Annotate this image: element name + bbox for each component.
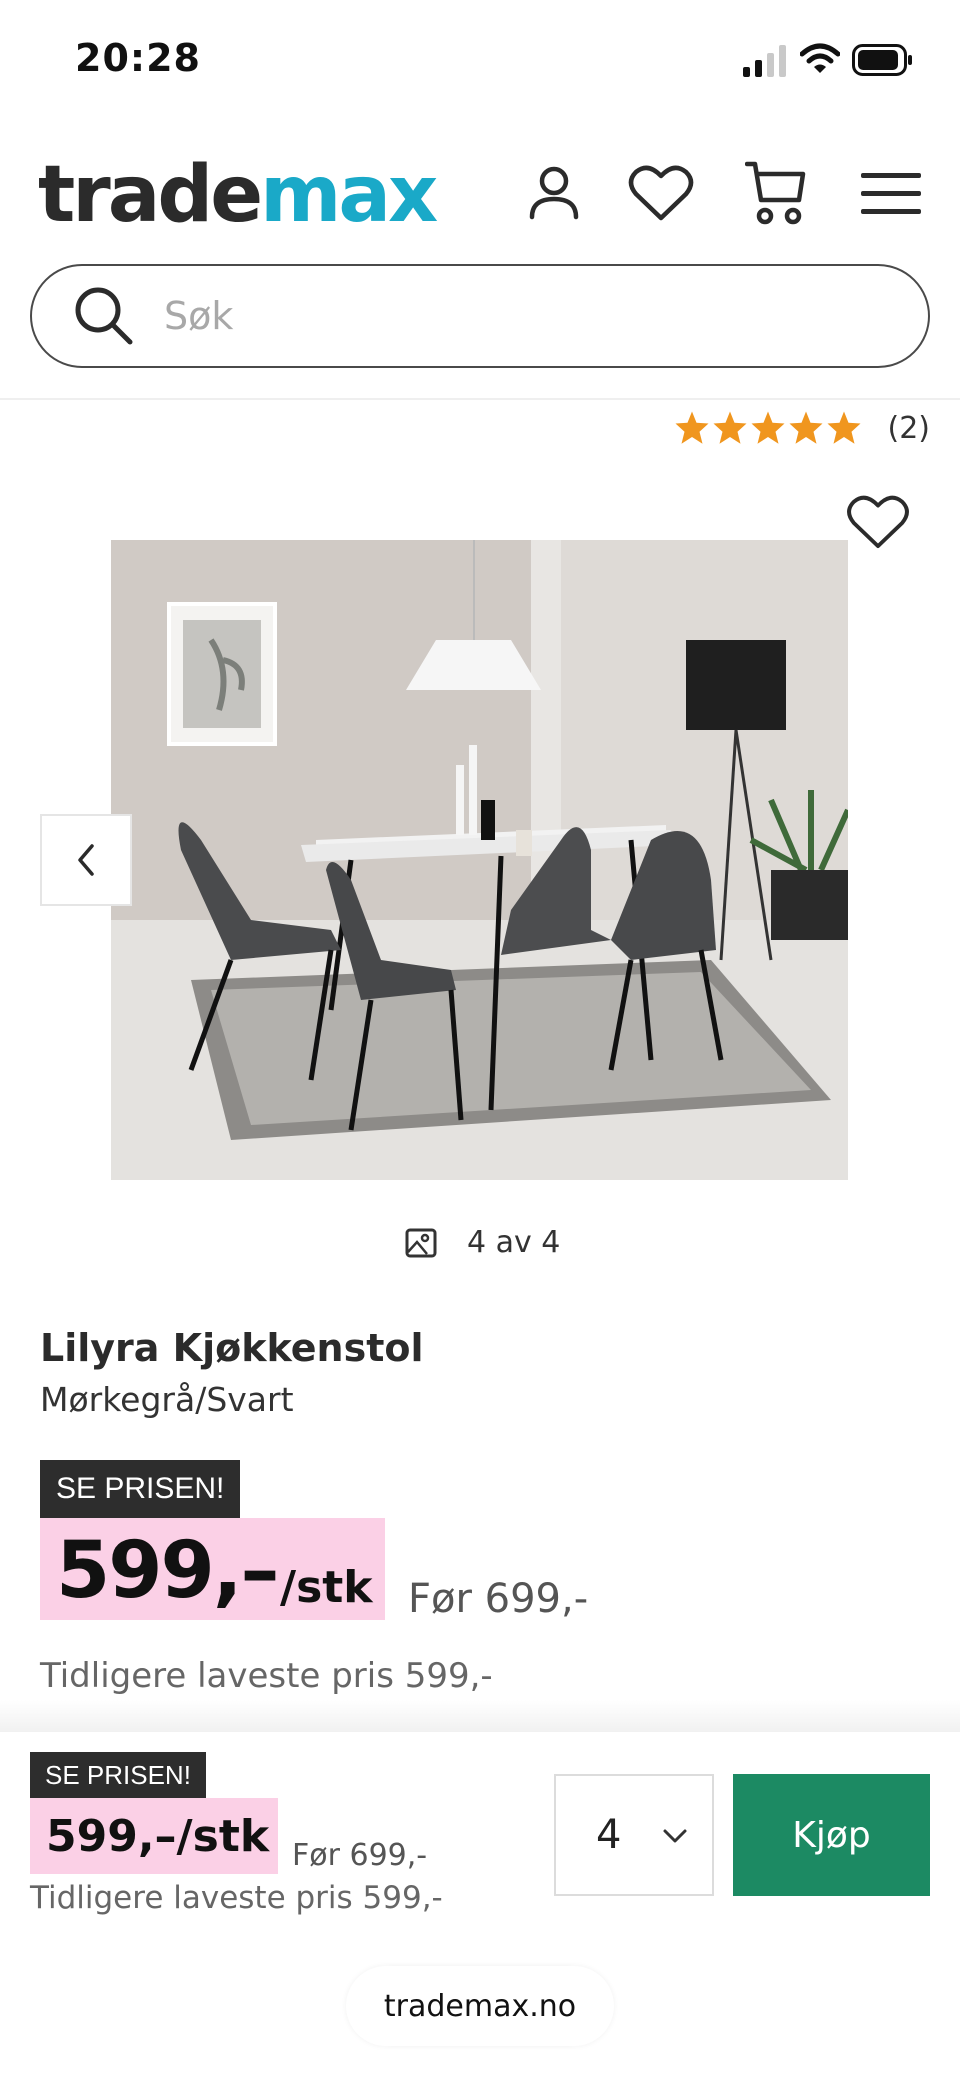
review-count: (2) bbox=[887, 410, 931, 446]
cart-icon bbox=[745, 161, 806, 225]
price-unit: /stk bbox=[280, 1562, 373, 1613]
wifi-icon bbox=[800, 43, 840, 73]
product-rating[interactable]: (2) bbox=[674, 410, 931, 446]
status-bar: 20:28 bbox=[0, 0, 960, 120]
previous-image-button[interactable] bbox=[40, 814, 132, 906]
chevron-down-icon bbox=[663, 1829, 687, 1843]
sticky-lowest-price: Tidligere laveste pris 599,- bbox=[30, 1880, 443, 1916]
star-icon bbox=[827, 411, 860, 444]
sticky-price: 599,–/stk bbox=[46, 1811, 270, 1862]
chevron-left-icon bbox=[78, 844, 94, 876]
before-price: Før 699,- bbox=[408, 1576, 589, 1622]
heart-icon bbox=[628, 165, 694, 221]
price-badge: SE PRISEN! bbox=[40, 1460, 241, 1518]
search-input[interactable] bbox=[164, 294, 864, 338]
menu-button[interactable] bbox=[856, 158, 926, 228]
browser-url-pill[interactable]: trademax.no bbox=[346, 1966, 614, 2046]
image-counter: 4 av 4 bbox=[405, 1225, 560, 1260]
quantity-select[interactable]: 4 bbox=[554, 1774, 714, 1896]
star-icon bbox=[675, 411, 708, 444]
lowest-price-note: Tidligere laveste pris 599,- bbox=[40, 1656, 493, 1696]
product-photo bbox=[111, 540, 848, 1180]
price-box: 599,– /stk bbox=[40, 1518, 385, 1620]
product-title: Lilyra Kjøkkenstol bbox=[40, 1326, 424, 1370]
star-rating bbox=[674, 410, 864, 446]
image-counter-text: 4 av 4 bbox=[467, 1225, 561, 1260]
signal-icon bbox=[743, 45, 786, 77]
price-amount: 599,– bbox=[56, 1526, 279, 1616]
product-variant: Mørkegrå/Svart bbox=[40, 1380, 294, 1419]
sticky-price-badge: SE PRISEN! bbox=[30, 1752, 206, 1798]
star-icon bbox=[713, 411, 746, 444]
account-button[interactable] bbox=[519, 158, 589, 228]
star-icon bbox=[789, 411, 822, 444]
user-icon bbox=[529, 166, 579, 220]
star-icon bbox=[751, 411, 784, 444]
sticky-shadow bbox=[0, 1700, 960, 1732]
search-bar[interactable] bbox=[30, 264, 930, 368]
header-divider bbox=[0, 398, 960, 400]
battery-icon bbox=[852, 44, 912, 76]
menu-icon bbox=[861, 173, 921, 214]
sticky-price-box: 599,–/stk bbox=[30, 1798, 278, 1874]
logo-trade: trade bbox=[38, 150, 263, 240]
search-icon bbox=[75, 287, 133, 345]
status-time: 20:28 bbox=[75, 36, 201, 80]
image-icon bbox=[405, 1228, 437, 1257]
buy-button[interactable]: Kjøp bbox=[733, 1774, 930, 1896]
trademax-logo[interactable]: trademax bbox=[38, 150, 438, 240]
add-to-wishlist-button[interactable] bbox=[846, 494, 916, 558]
sticky-purchase-bar: SE PRISEN! 599,–/stk Før 699,- Tidligere… bbox=[0, 1732, 960, 2078]
cart-button[interactable] bbox=[741, 158, 811, 228]
logo-max: max bbox=[260, 150, 438, 240]
wishlist-button[interactable] bbox=[626, 158, 696, 228]
product-image[interactable] bbox=[111, 540, 848, 1180]
heart-icon bbox=[847, 495, 909, 549]
sticky-before-price: Før 699,- bbox=[292, 1838, 428, 1873]
quantity-value: 4 bbox=[596, 1812, 622, 1858]
